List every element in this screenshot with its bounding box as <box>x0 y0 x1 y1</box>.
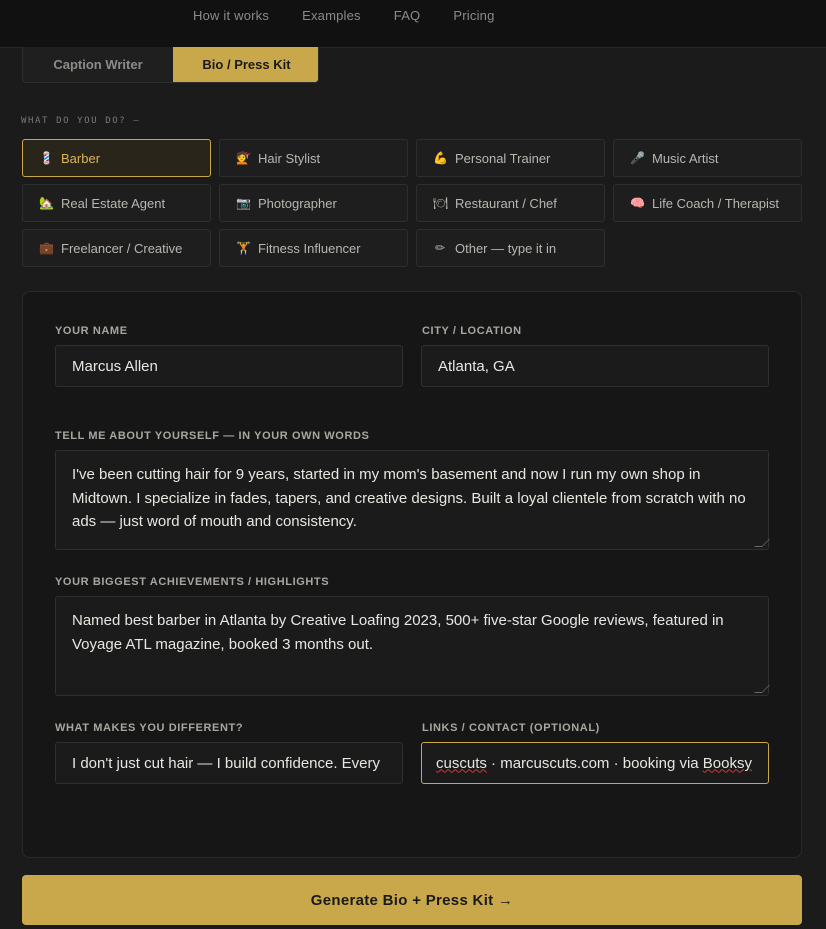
profession-section-label: WHAT DO YOU DO? — <box>21 116 141 126</box>
chip-label: Freelancer / Creative <box>61 240 183 256</box>
achievements-text: Named best barber in Atlanta by Creative… <box>72 612 724 653</box>
chip-label: Hair Stylist <box>258 150 321 166</box>
different-label: WHAT MAKES YOU DIFFERENT? <box>55 722 244 734</box>
city-input[interactable]: Atlanta, GA <box>421 345 769 387</box>
chip-label: Photographer <box>258 195 337 211</box>
chip-label: Personal Trainer <box>455 150 551 166</box>
barber-pole-icon: 💈 <box>39 151 54 165</box>
resize-handle-icon[interactable] <box>754 539 770 547</box>
links-text-end: Booksy <box>702 754 752 772</box>
name-input[interactable]: Marcus Allen <box>55 345 403 387</box>
chip-label: Real Estate Agent <box>61 195 166 211</box>
chip-label: Fitness Influencer <box>258 240 361 256</box>
different-input[interactable]: I don't just cut hair — I build confiden… <box>55 742 403 784</box>
nav-link-examples[interactable]: Examples <box>302 8 361 23</box>
tab-bio-press-kit[interactable]: Bio / Press Kit <box>173 47 318 82</box>
microphone-icon: 🎤 <box>630 151 645 165</box>
resize-handle-icon[interactable] <box>754 685 770 693</box>
generate-bio-button[interactable]: Generate Bio + Press Kit → <box>22 875 802 925</box>
flexed-biceps-icon: 💪 <box>433 151 448 165</box>
links-text-start: cuscuts <box>436 754 487 772</box>
links-input[interactable]: cuscuts · marcuscuts.com · booking via B… <box>421 742 769 784</box>
links-text-middle: · marcuscuts.com · booking via <box>486 754 703 772</box>
bio-form-card: YOUR NAME Marcus Allen CITY / LOCATION A… <box>22 291 802 858</box>
achievements-label: YOUR BIGGEST ACHIEVEMENTS / HIGHLIGHTS <box>55 576 330 588</box>
chip-label: Other — type it in <box>455 240 557 256</box>
about-label: TELL ME ABOUT YOURSELF — IN YOUR OWN WOR… <box>55 430 370 442</box>
mode-tabs: Caption Writer Bio / Press Kit <box>22 47 319 83</box>
profession-chip-freelancer[interactable]: 💼 Freelancer / Creative <box>22 229 211 267</box>
about-text: I've been cutting hair for 9 years, star… <box>72 466 746 530</box>
links-label: LINKS / CONTACT (OPTIONAL) <box>422 722 600 734</box>
profession-chip-life-coach[interactable]: 🧠 Life Coach / Therapist <box>613 184 802 222</box>
profession-chip-music-artist[interactable]: 🎤 Music Artist <box>613 139 802 177</box>
profession-chip-photographer[interactable]: 📷 Photographer <box>219 184 408 222</box>
weightlifter-icon: 🏋 <box>236 241 251 255</box>
nav-links: How it works Examples FAQ Pricing <box>193 8 528 23</box>
profession-chip-hair-stylist[interactable]: 💇 Hair Stylist <box>219 139 408 177</box>
profession-chip-real-estate-agent[interactable]: 🏡 Real Estate Agent <box>22 184 211 222</box>
chip-label: Restaurant / Chef <box>455 195 557 211</box>
top-navigation: How it works Examples FAQ Pricing <box>0 0 826 48</box>
profession-chip-other[interactable]: ✏ Other — type it in <box>416 229 605 267</box>
house-icon: 🏡 <box>39 196 54 210</box>
brain-icon: 🧠 <box>630 196 645 210</box>
briefcase-icon: 💼 <box>39 241 54 255</box>
chip-label: Life Coach / Therapist <box>652 195 779 211</box>
haircut-icon: 💇 <box>236 151 251 165</box>
city-label: CITY / LOCATION <box>422 325 522 337</box>
plate-icon: 🍽 <box>433 196 449 210</box>
profession-chip-personal-trainer[interactable]: 💪 Personal Trainer <box>416 139 605 177</box>
nav-link-pricing[interactable]: Pricing <box>453 8 494 23</box>
camera-icon: 📷 <box>236 196 251 210</box>
achievements-textarea[interactable]: Named best barber in Atlanta by Creative… <box>55 596 770 696</box>
chip-label: Music Artist <box>652 150 719 166</box>
pencil-icon: ✏ <box>434 241 446 255</box>
profession-chip-restaurant-chef[interactable]: 🍽 Restaurant / Chef <box>416 184 605 222</box>
profession-chip-barber[interactable]: 💈 Barber <box>22 139 211 177</box>
nav-link-how-it-works[interactable]: How it works <box>193 8 269 23</box>
chip-label: Barber <box>61 150 101 166</box>
name-label: YOUR NAME <box>55 325 128 337</box>
profession-chip-fitness-influencer[interactable]: 🏋 Fitness Influencer <box>219 229 408 267</box>
tab-caption-writer[interactable]: Caption Writer <box>23 47 173 82</box>
nav-link-faq[interactable]: FAQ <box>394 8 421 23</box>
about-textarea[interactable]: I've been cutting hair for 9 years, star… <box>55 450 770 550</box>
